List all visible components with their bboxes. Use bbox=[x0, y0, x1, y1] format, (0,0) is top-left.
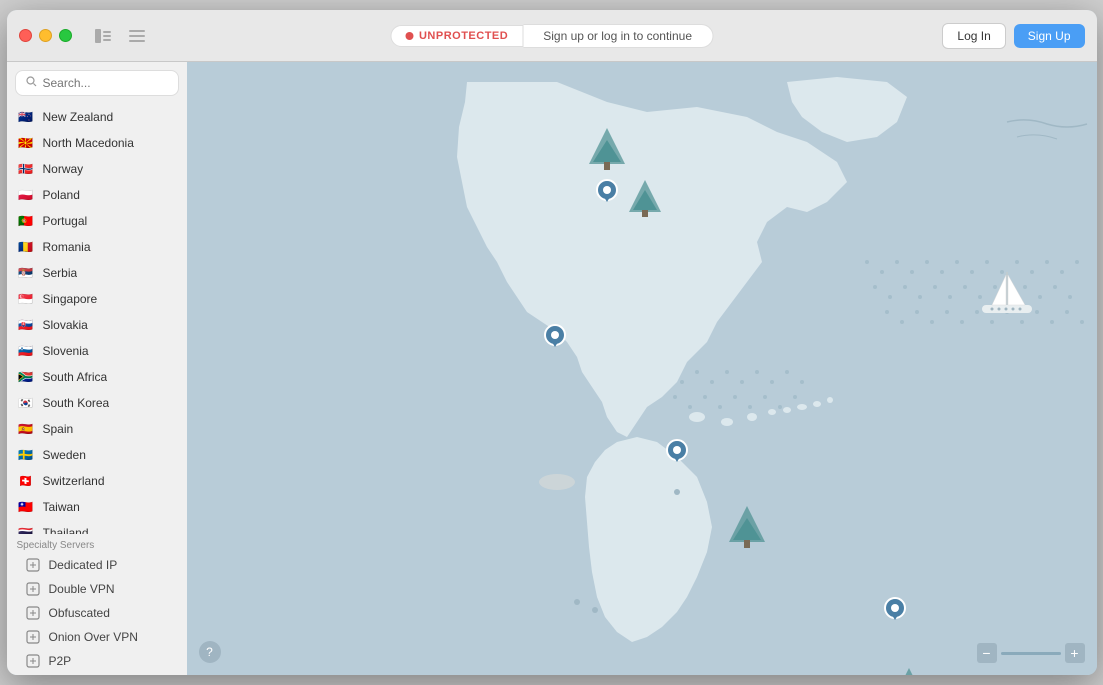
country-item[interactable]: 🇿🇦 South Africa bbox=[9, 364, 185, 390]
zoom-out-button[interactable]: − bbox=[977, 643, 997, 663]
sidebar: 🇳🇿 New Zealand 🇲🇰 North Macedonia 🇳🇴 Nor… bbox=[7, 62, 187, 675]
search-icon bbox=[26, 76, 37, 90]
specialty-name: Onion Over VPN bbox=[49, 630, 138, 644]
search-input[interactable] bbox=[43, 76, 168, 90]
country-name: Slovakia bbox=[43, 318, 88, 332]
flag-icon: 🇳🇿 bbox=[17, 108, 35, 126]
country-name: North Macedonia bbox=[43, 136, 134, 150]
flag-icon: 🇸🇬 bbox=[17, 290, 35, 308]
flag-icon: 🇲🇰 bbox=[17, 134, 35, 152]
country-name: South Korea bbox=[43, 396, 110, 410]
flag-icon: 🇹🇼 bbox=[17, 498, 35, 516]
country-item[interactable]: 🇹🇭 Thailand bbox=[9, 520, 185, 534]
help-button[interactable]: ? bbox=[199, 641, 221, 663]
specialty-icon bbox=[25, 629, 41, 645]
sidebar-toggle-icon[interactable] bbox=[90, 26, 116, 46]
specialty-item[interactable]: Onion Over VPN bbox=[17, 625, 177, 649]
country-item[interactable]: 🇷🇸 Serbia bbox=[9, 260, 185, 286]
flag-icon: 🇷🇴 bbox=[17, 238, 35, 256]
flag-icon: 🇵🇹 bbox=[17, 212, 35, 230]
country-item[interactable]: 🇵🇱 Poland bbox=[9, 182, 185, 208]
country-name: Taiwan bbox=[43, 500, 80, 514]
flag-icon: 🇪🇸 bbox=[17, 420, 35, 438]
country-name: Poland bbox=[43, 188, 80, 202]
country-name: Singapore bbox=[43, 292, 98, 306]
country-item[interactable]: 🇸🇪 Sweden bbox=[9, 442, 185, 468]
flag-icon: 🇿🇦 bbox=[17, 368, 35, 386]
titlebar: UNPROTECTED Sign up or log in to continu… bbox=[7, 10, 1097, 62]
status-dot bbox=[405, 32, 413, 40]
flag-icon: 🇨🇭 bbox=[17, 472, 35, 490]
titlebar-controls: Log In Sign Up bbox=[942, 23, 1084, 49]
signup-button[interactable]: Sign Up bbox=[1014, 24, 1085, 48]
map-area: ? − + bbox=[187, 62, 1097, 675]
zoom-controls: − + bbox=[977, 643, 1085, 663]
specialty-item[interactable]: Obfuscated bbox=[17, 601, 177, 625]
fullscreen-button[interactable] bbox=[59, 29, 72, 42]
flag-icon: 🇰🇷 bbox=[17, 394, 35, 412]
country-name: South Africa bbox=[43, 370, 108, 384]
flag-icon: 🇸🇪 bbox=[17, 446, 35, 464]
flag-icon: 🇸🇮 bbox=[17, 342, 35, 360]
specialty-name: Double VPN bbox=[49, 582, 115, 596]
login-button[interactable]: Log In bbox=[942, 23, 1005, 49]
country-list: 🇳🇿 New Zealand 🇲🇰 North Macedonia 🇳🇴 Nor… bbox=[7, 104, 187, 534]
specialty-icon bbox=[25, 581, 41, 597]
country-item[interactable]: 🇵🇹 Portugal bbox=[9, 208, 185, 234]
specialty-name: Dedicated IP bbox=[49, 558, 118, 572]
status-badge-wrapper: UNPROTECTED Sign up or log in to continu… bbox=[390, 24, 713, 48]
specialty-item[interactable]: Dedicated IP bbox=[17, 553, 177, 577]
country-name: New Zealand bbox=[43, 110, 114, 124]
zoom-in-button[interactable]: + bbox=[1065, 643, 1085, 663]
country-item[interactable]: 🇸🇰 Slovakia bbox=[9, 312, 185, 338]
app-window: UNPROTECTED Sign up or log in to continu… bbox=[7, 10, 1097, 675]
world-map bbox=[187, 62, 1097, 675]
country-name: Switzerland bbox=[43, 474, 105, 488]
country-item[interactable]: 🇷🇴 Romania bbox=[9, 234, 185, 260]
close-button[interactable] bbox=[19, 29, 32, 42]
country-item[interactable]: 🇪🇸 Spain bbox=[9, 416, 185, 442]
main-content: 🇳🇿 New Zealand 🇲🇰 North Macedonia 🇳🇴 Nor… bbox=[7, 62, 1097, 675]
country-item[interactable]: 🇸🇬 Singapore bbox=[9, 286, 185, 312]
country-item[interactable]: 🇸🇮 Slovenia bbox=[9, 338, 185, 364]
titlebar-left-icons bbox=[90, 26, 150, 46]
country-name: Slovenia bbox=[43, 344, 89, 358]
country-name: Serbia bbox=[43, 266, 78, 280]
specialty-name: P2P bbox=[49, 654, 72, 668]
country-name: Sweden bbox=[43, 448, 86, 462]
traffic-lights bbox=[19, 29, 72, 42]
country-name: Spain bbox=[43, 422, 74, 436]
country-name: Thailand bbox=[43, 526, 89, 534]
flag-icon: 🇷🇸 bbox=[17, 264, 35, 282]
specialty-icon bbox=[25, 557, 41, 573]
country-name: Norway bbox=[43, 162, 84, 176]
country-item[interactable]: 🇰🇷 South Korea bbox=[9, 390, 185, 416]
specialty-section-title: Specialty Servers bbox=[17, 540, 177, 551]
country-item[interactable]: 🇹🇼 Taiwan bbox=[9, 494, 185, 520]
specialty-item[interactable]: P2P bbox=[17, 649, 177, 673]
country-item[interactable]: 🇳🇿 New Zealand bbox=[9, 104, 185, 130]
country-item[interactable]: 🇲🇰 North Macedonia bbox=[9, 130, 185, 156]
menu-icon[interactable] bbox=[124, 26, 150, 46]
titlebar-center: UNPROTECTED Sign up or log in to continu… bbox=[390, 24, 713, 48]
country-name: Romania bbox=[43, 240, 91, 254]
flag-icon: 🇳🇴 bbox=[17, 160, 35, 178]
zoom-bar bbox=[1001, 652, 1061, 655]
unprotected-badge: UNPROTECTED bbox=[390, 25, 523, 47]
specialty-item[interactable]: Double VPN bbox=[17, 577, 177, 601]
search-box[interactable] bbox=[15, 70, 179, 96]
flag-icon: 🇵🇱 bbox=[17, 186, 35, 204]
specialty-icon bbox=[25, 653, 41, 669]
country-item[interactable]: 🇨🇭 Switzerland bbox=[9, 468, 185, 494]
flag-icon: 🇹🇭 bbox=[17, 524, 35, 534]
specialty-section: Specialty Servers Dedicated IP Double VP… bbox=[7, 534, 187, 675]
specialty-icon bbox=[25, 605, 41, 621]
unprotected-label: UNPROTECTED bbox=[419, 30, 508, 42]
country-name: Portugal bbox=[43, 214, 88, 228]
specialty-name: Obfuscated bbox=[49, 606, 110, 620]
flag-icon: 🇸🇰 bbox=[17, 316, 35, 334]
country-item[interactable]: 🇳🇴 Norway bbox=[9, 156, 185, 182]
minimize-button[interactable] bbox=[39, 29, 52, 42]
status-message: Sign up or log in to continue bbox=[523, 24, 713, 48]
